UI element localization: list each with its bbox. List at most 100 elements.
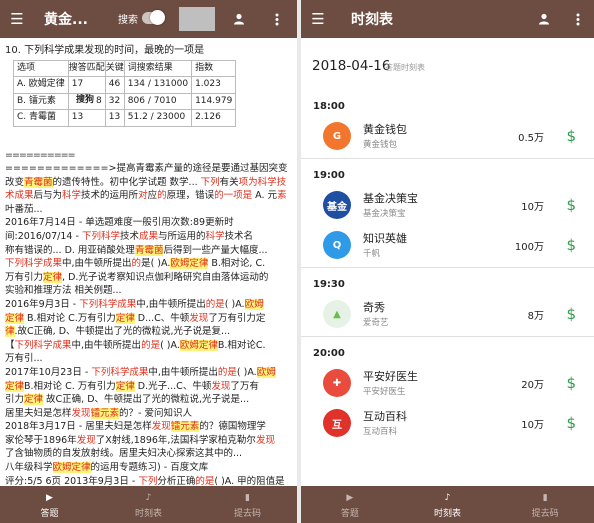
time-slot-header: 19:30	[313, 278, 345, 290]
app-logo-icon: Q	[323, 231, 351, 259]
snippet-text: 后得到一些产量大幅度...	[163, 244, 268, 256]
nav-label: 时刻表	[134, 509, 162, 519]
divider	[301, 336, 594, 337]
prize-amount: 10万	[521, 419, 544, 431]
snippet-text: 的是	[141, 339, 161, 351]
snippet-text: B.相对论C.	[217, 339, 266, 351]
snippet-text: 发现	[76, 434, 96, 446]
app-publisher: 爱奇艺	[363, 318, 389, 328]
more-vert-icon[interactable]	[268, 0, 286, 38]
snippet-text: 定律	[5, 380, 25, 392]
search-toggle-label: 搜索	[118, 15, 138, 26]
question-content: 10. 下列科学成果发现的时间，最晚的一项是 选项 搜答匹配 关键 词搜索结果 …	[5, 44, 293, 515]
snippet-text: 素	[277, 190, 287, 202]
table-header: 关键	[104, 59, 125, 77]
nav-schedule[interactable]: ♪ 时刻表	[99, 486, 198, 523]
more-vert-icon[interactable]	[569, 0, 587, 38]
snippet-text: 的	[131, 258, 142, 270]
snippet-text: 万有引...	[5, 353, 43, 365]
app-logo-icon: 基金	[323, 191, 351, 219]
nav-label: 提去码	[531, 509, 559, 519]
time-slot-header: 19:00	[313, 169, 345, 181]
snippet-text: 科学	[205, 230, 225, 242]
right-screen: ☰ 时刻表 2018-04-16 答题时刻表 18:00 G 黄金钱包 黄金钱包 0.5…	[301, 0, 594, 523]
snippet-text: 镭元素	[170, 421, 200, 433]
search-word-badge: 搜狗	[76, 94, 95, 105]
snippet-line: 律.故C正确, D、牛顿提出了光的微粒说,光子说是复...	[5, 325, 293, 339]
search-toggle[interactable]	[142, 10, 165, 25]
divider	[301, 267, 594, 268]
snippet-text: 2018年3月17日 - 居里夫妇是怎样	[5, 421, 152, 433]
table-cell: 46	[104, 76, 125, 94]
schedule-item[interactable]: 基金 基金决策宝 基金决策宝 10万 $	[301, 185, 594, 225]
app-name: 基金决策宝	[363, 192, 418, 205]
person-icon[interactable]	[533, 0, 555, 38]
snippet-text: 了X射线,1896年,法国科学家柏克勒尔	[95, 434, 256, 446]
table-header: 选项	[13, 59, 69, 77]
snippet-text: 实验和推理方法 相关例题...	[5, 285, 122, 297]
play-icon: ▶	[46, 493, 53, 503]
snippet-text: 定律	[115, 380, 135, 392]
snippet-text: 故C正确, D、牛顿提出了光的微粒说,光子说是...	[43, 394, 250, 406]
snippet-line: 称有错误的... D. 用亚硝酸处理青霉菌后得到一些产量大幅度...	[5, 244, 293, 258]
snippet-text: 的	[157, 190, 167, 202]
table-header: 指数	[191, 59, 237, 77]
snippet-text: 2017年10月23日 -	[5, 366, 92, 378]
app-publisher: 互动百科	[363, 427, 398, 437]
right-bottom-nav: ▶ 答题 ♪ 时刻表 ▮ 提去码	[301, 486, 594, 523]
prize-amount: 0.5万	[518, 132, 544, 144]
nav-label: 答题	[340, 509, 359, 519]
search-snippets: =============>提高青霉素产量的途径是要通过基因突变改变青霉菌的遗传…	[5, 162, 293, 515]
divider-text: ==========	[5, 149, 76, 161]
snippet-text: B.相对论 C.万有引力	[24, 312, 116, 324]
snippet-text: 中,由牛顿所提出	[62, 258, 132, 270]
schedule-item[interactable]: 互互动百科 互动百科 10万 $	[301, 403, 594, 443]
snippet-text: 发现	[211, 380, 231, 392]
snippet-text: 2016年9月3日 -	[5, 298, 80, 310]
app-publisher: 千帆	[363, 249, 381, 259]
app-logo-icon: ✚	[323, 369, 351, 397]
snippet-text: 中,由牛顿所提出	[71, 339, 142, 351]
menu-icon[interactable]: ☰	[301, 10, 335, 28]
answer-table: 选项 搜答匹配 关键 词搜索结果 指数 A. 欧姆定律 17 46 134 / …	[13, 59, 237, 127]
snippet-line: 居里夫妇是怎样发现镭元素的？- 爱问知识人	[5, 407, 293, 421]
snippet-text: 八年级科学	[5, 462, 53, 474]
nav-answer[interactable]: ▶ 答题	[0, 486, 99, 523]
schedule-item[interactable]: ✚ 平安好医生 平安好医生 20万 $	[301, 363, 594, 403]
person-icon[interactable]	[228, 0, 250, 38]
snippet-line: 【下列科学成果中,由牛顿所提出的是( )A.欧姆定律B.相对论C.	[5, 339, 293, 353]
snippet-text: 发现	[189, 312, 209, 324]
snippet-text: 律	[5, 326, 15, 338]
nav-schedule[interactable]: ♪ 时刻表	[399, 486, 497, 523]
snippet-text: ( )A.	[236, 366, 257, 378]
snippet-text: 是( )A.	[141, 258, 171, 270]
nav-answer[interactable]: ▶ 答题	[301, 486, 399, 523]
dollar-icon: $	[566, 236, 576, 254]
schedule-date: 2018-04-16	[312, 58, 391, 74]
snippet-text: 技术的运用所	[81, 190, 139, 202]
option-label: B. 镭元素 搜狗	[13, 92, 94, 110]
snippet-text: 欧姆	[256, 366, 276, 378]
nav-code[interactable]: ▮ 提去码	[496, 486, 594, 523]
schedule-item[interactable]: Q 知识英雄 千帆 100万 $	[301, 225, 594, 265]
snippet-text: 的？德国物理学	[199, 421, 266, 433]
menu-icon[interactable]: ☰	[0, 10, 34, 28]
snippet-line: 万有引力定律, D.光子说考察知识点伽利略研究自由落体运动的	[5, 271, 293, 285]
app-publisher: 基金决策宝	[363, 209, 406, 219]
table-cell: 806 / 7010	[123, 92, 193, 110]
snippet-text: 下列科学	[81, 230, 120, 242]
table-cell: 114.979	[191, 92, 237, 110]
table-header-row: 选项 搜答匹配 关键 词搜索结果 指数	[13, 59, 237, 77]
left-bottom-nav: ▶ 答题 ♪ 时刻表 ▮ 提去码	[0, 486, 297, 523]
snippet-text: 后与为	[33, 190, 63, 202]
snippet-text: 叶番茄...	[5, 203, 43, 215]
app-name: 互动百科	[363, 410, 407, 423]
schedule-item[interactable]: G 黄金钱包 黄金钱包 0.5万 $	[301, 116, 594, 156]
snippet-text: 项为科学技	[238, 176, 287, 188]
app-name: 奇秀	[363, 301, 385, 314]
schedule-item[interactable]: ▲ 奇秀 爱奇艺 8万 $	[301, 294, 594, 334]
snippet-text: 评分:5/5 6页 2013年9月3日 -	[5, 475, 139, 487]
nav-code[interactable]: ▮ 提去码	[198, 486, 297, 523]
snippet-text: 中,由牛顿所提出	[136, 298, 206, 310]
snippet-text: 中,由牛顿所提出	[148, 366, 218, 378]
